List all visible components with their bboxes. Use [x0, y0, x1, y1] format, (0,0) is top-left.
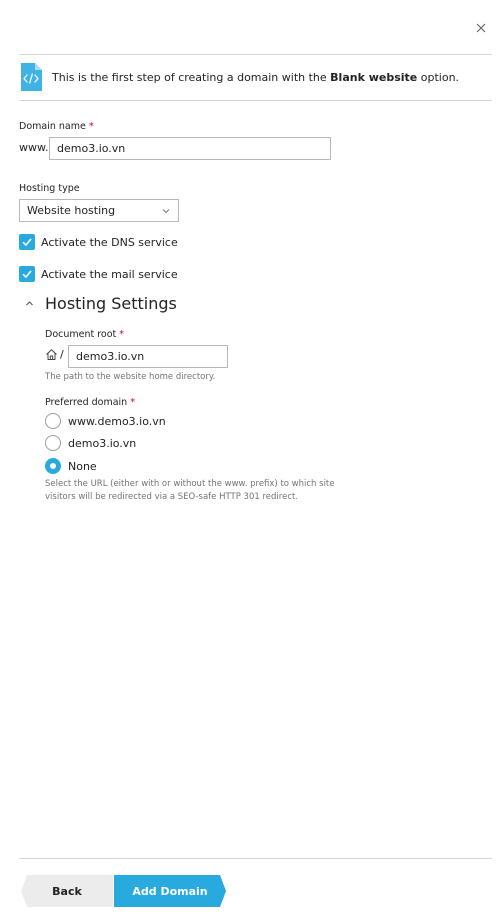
preferred-domain-option-www[interactable]: www.demo3.io.vn [45, 413, 166, 429]
chevron-up-icon [26, 301, 33, 306]
dns-service-checkbox[interactable] [19, 234, 35, 250]
document-root-hint: The path to the website home directory. [45, 372, 216, 382]
hosting-type-select[interactable]: Website hosting [19, 199, 179, 222]
preferred-domain-label: Preferred domain * [45, 397, 135, 408]
domain-name-input[interactable] [49, 137, 331, 160]
dns-service-checkbox-row[interactable]: Activate the DNS service [19, 234, 178, 250]
code-file-icon [21, 63, 42, 91]
mail-service-checkbox-row[interactable]: Activate the mail service [19, 266, 178, 282]
mail-service-label: Activate the mail service [41, 267, 178, 281]
footer-divider [19, 858, 492, 859]
hosting-type-value: Website hosting [27, 204, 116, 217]
preferred-domain-option-non-www[interactable]: demo3.io.vn [45, 435, 136, 451]
info-text: This is the first step of creating a dom… [52, 70, 460, 84]
www-prefix: www. [19, 141, 49, 154]
top-divider [19, 54, 492, 55]
chevron-down-icon [162, 209, 170, 214]
add-domain-button[interactable]: Add Domain [114, 875, 226, 907]
dns-service-label: Activate the DNS service [41, 235, 178, 249]
close-icon [476, 23, 486, 33]
hosting-settings-toggle[interactable]: Hosting Settings [25, 294, 177, 313]
domain-name-label: Domain name * [19, 121, 94, 132]
info-divider [19, 100, 492, 101]
mail-service-checkbox[interactable] [19, 266, 35, 282]
info-text-bold: Blank website [330, 70, 418, 84]
check-icon [22, 238, 32, 247]
hosting-type-label: Hosting type [19, 183, 80, 194]
required-mark: * [130, 397, 135, 408]
required-mark: * [88, 121, 94, 132]
check-icon [22, 270, 32, 279]
info-banner: This is the first step of creating a dom… [20, 62, 492, 92]
radio-label: demo3.io.vn [68, 436, 137, 450]
hosting-settings-title: Hosting Settings [45, 294, 177, 313]
radio-button-selected[interactable] [45, 458, 61, 474]
radio-label: www.demo3.io.vn [68, 414, 166, 428]
home-icon [46, 349, 57, 360]
close-button[interactable] [473, 20, 489, 36]
document-root-label: Document root * [45, 329, 125, 340]
document-root-input[interactable] [68, 345, 228, 368]
required-mark: * [119, 329, 125, 340]
preferred-domain-option-none[interactable]: None [45, 458, 97, 474]
radio-button[interactable] [45, 435, 61, 451]
back-button[interactable]: Back [21, 875, 113, 907]
radio-label: None [68, 459, 97, 473]
preferred-domain-hint: Select the URL (either with or without t… [45, 479, 335, 502]
radio-button[interactable] [45, 413, 61, 429]
path-separator: / [60, 348, 64, 361]
